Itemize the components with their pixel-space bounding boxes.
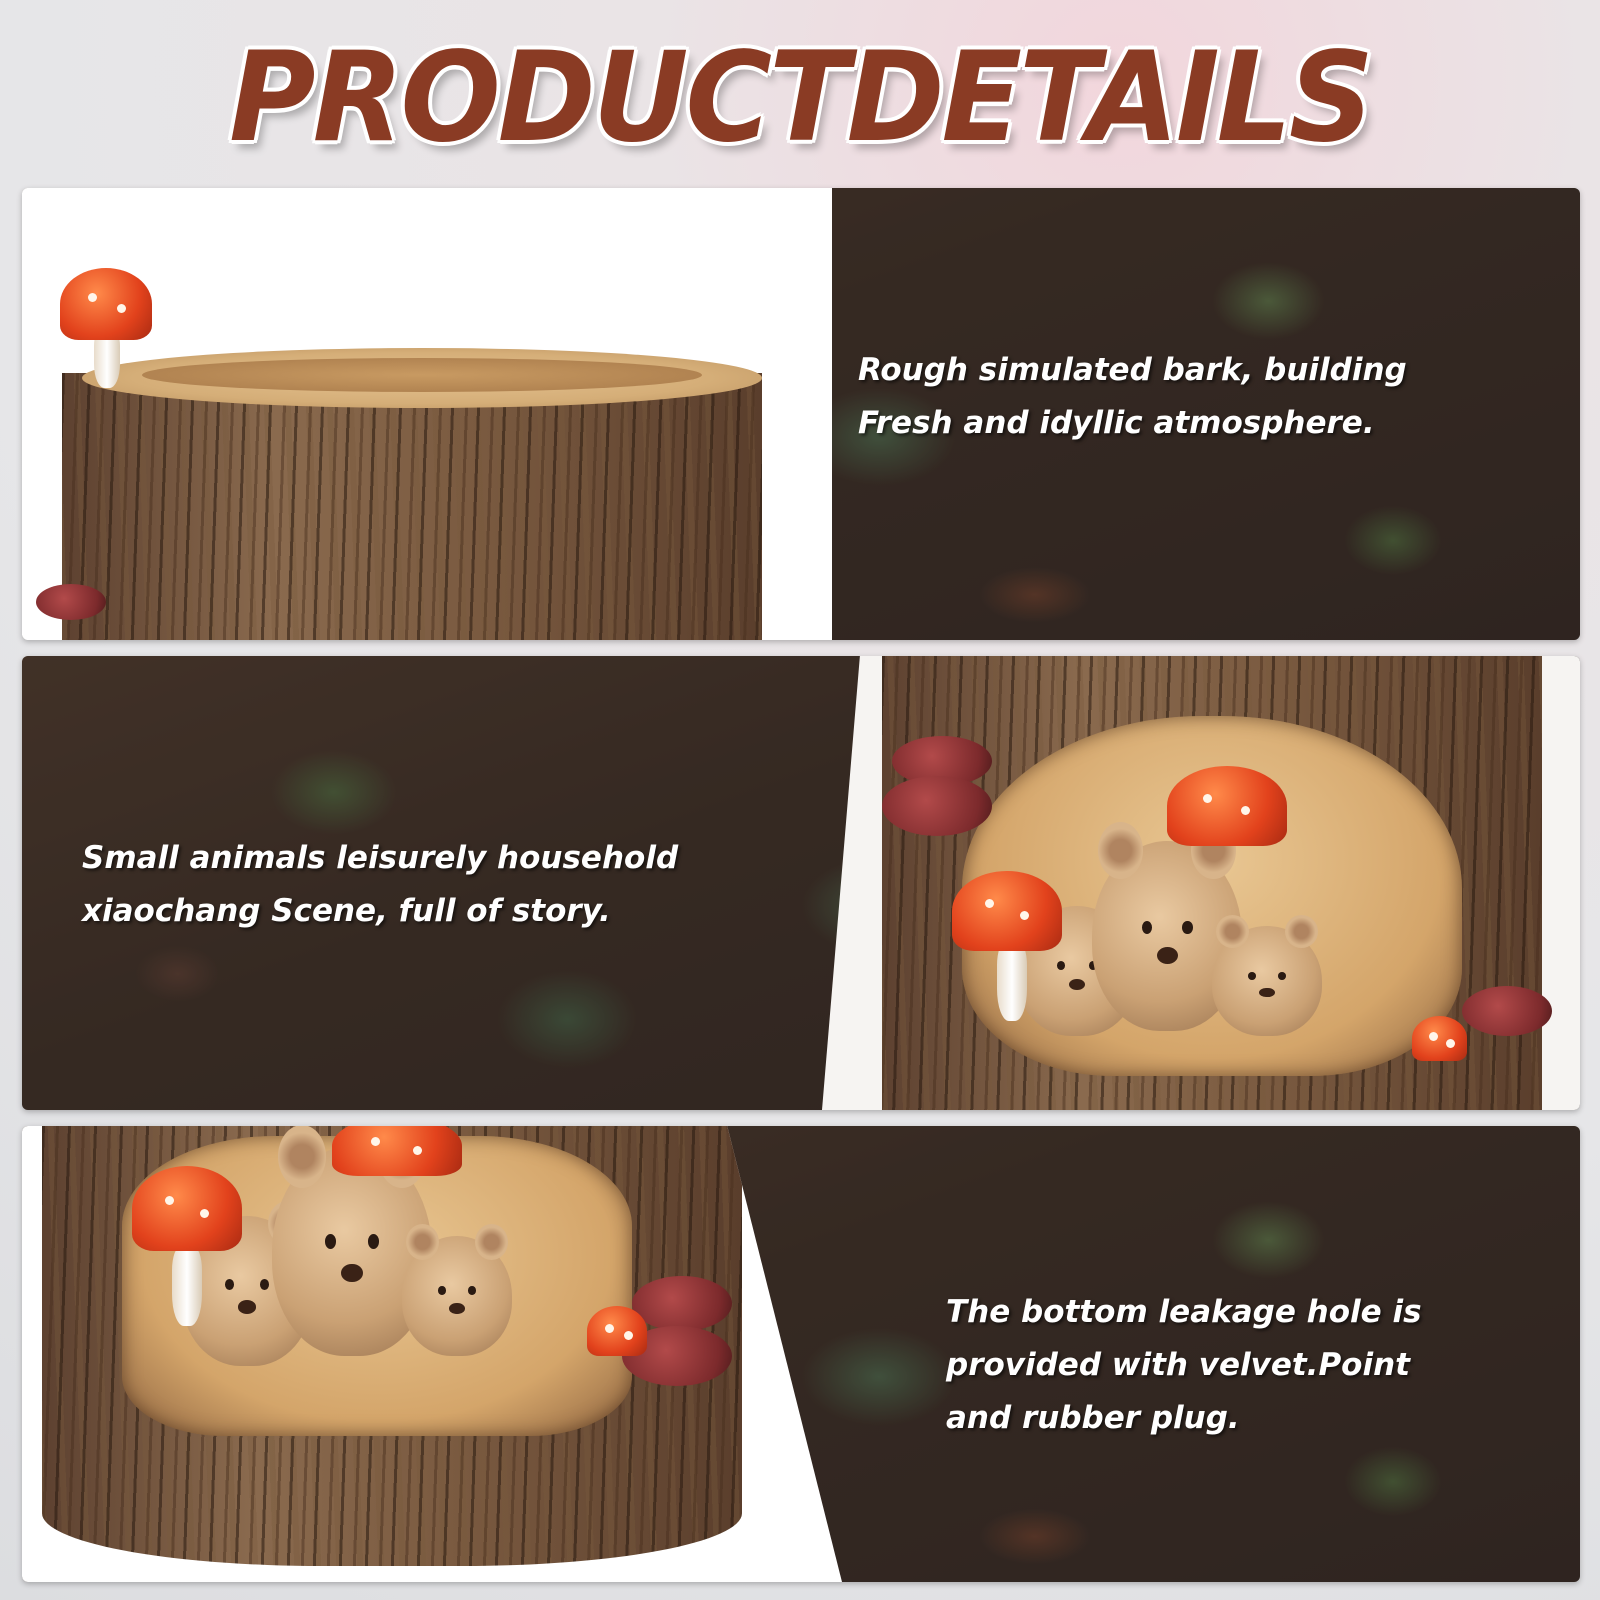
- detail-panel-animals: Small animals leisurely household xiaoch…: [22, 656, 1580, 1110]
- page-title: PRODUCTDETAILS: [229, 24, 1374, 170]
- panel-caption: Rough simulated bark, building Fresh and…: [858, 352, 1407, 441]
- detail-panel-bark: Rough simulated bark, building Fresh and…: [22, 188, 1580, 640]
- detail-panel-drainage: The bottom leakage hole is provided with…: [22, 1126, 1580, 1582]
- panel-caption: Small animals leisurely household xiaoch…: [82, 840, 679, 929]
- product-photo-bears: [822, 656, 1580, 1110]
- product-photo-stump: [22, 188, 832, 640]
- product-photo-stump-front: [22, 1126, 842, 1582]
- panel-caption: The bottom leakage hole is provided with…: [946, 1294, 1422, 1436]
